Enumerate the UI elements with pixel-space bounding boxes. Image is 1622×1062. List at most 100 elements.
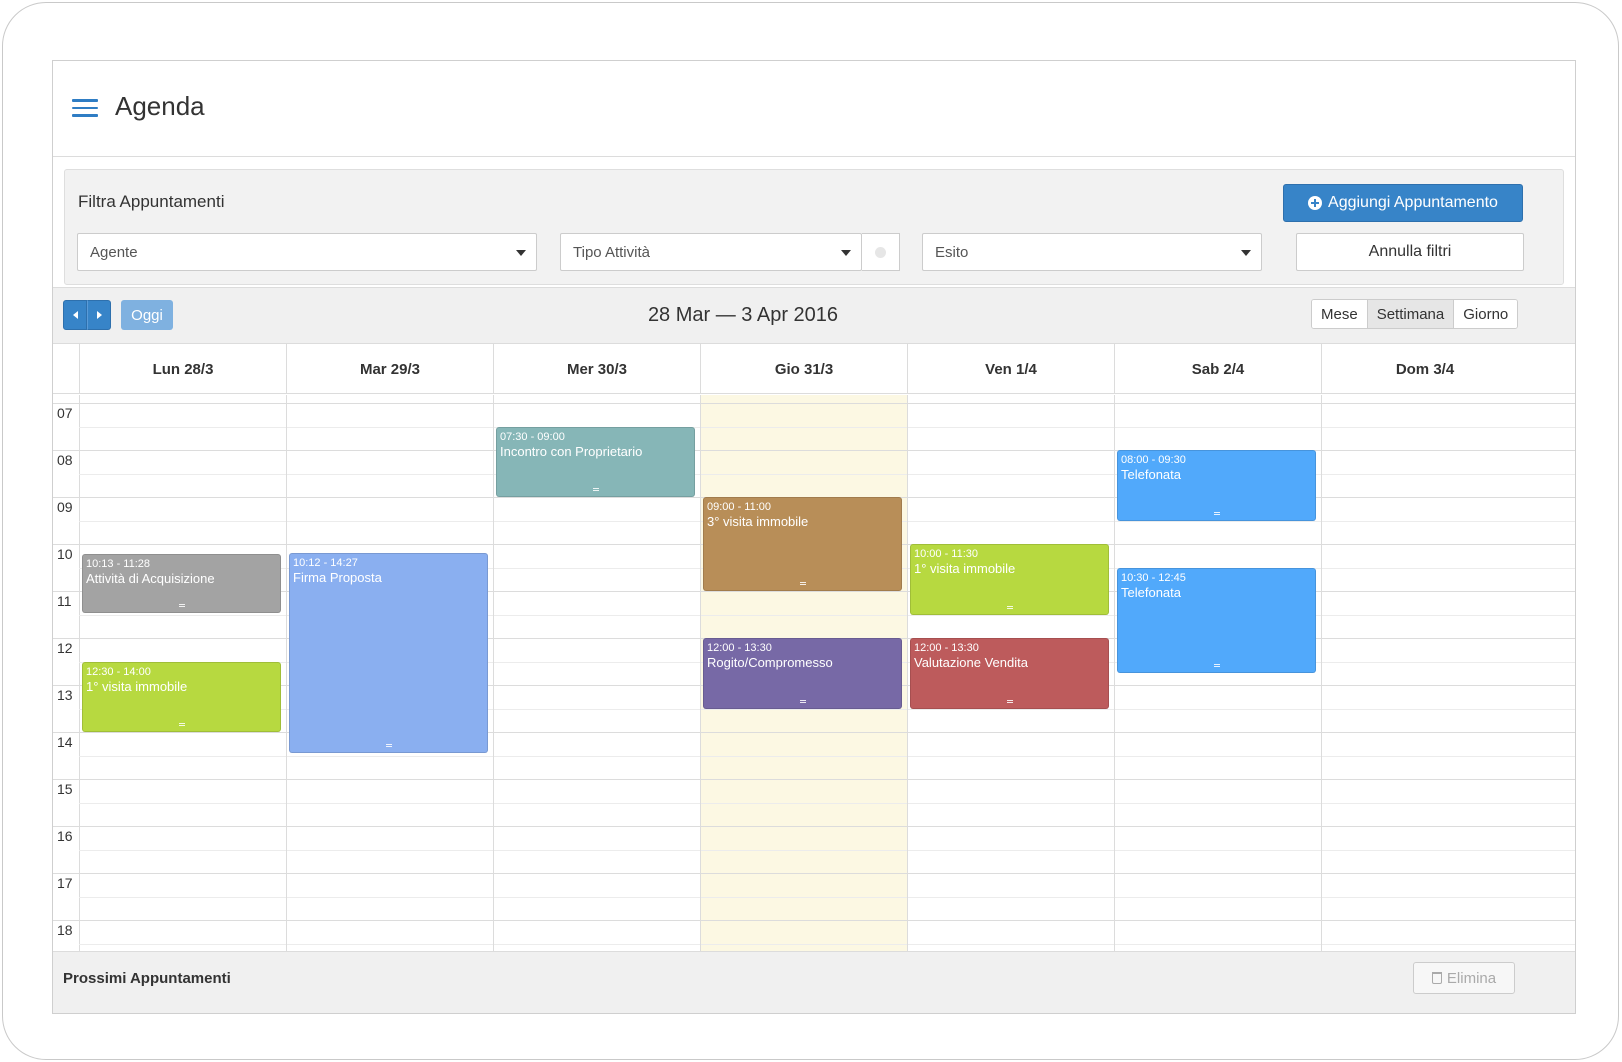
event-time: 10:00 - 11:30 xyxy=(914,548,979,560)
view-month-button[interactable]: Mese xyxy=(1312,300,1367,328)
hour-label: 14 xyxy=(57,734,73,750)
hour-line xyxy=(53,403,1575,404)
resize-handle[interactable] xyxy=(178,603,185,607)
day-header: Sab 2/4 xyxy=(1114,344,1321,394)
resize-handle[interactable] xyxy=(799,699,806,703)
day-column-line xyxy=(907,395,908,952)
hour-line xyxy=(53,732,1575,733)
plus-circle-icon xyxy=(1308,196,1323,210)
calendar-week-grid: Lun 28/3 Mar 29/3 Mer 30/3 Gio 31/3 Ven 1/4 S… xyxy=(53,343,1575,952)
day-column-line xyxy=(1321,395,1322,952)
half-hour-line xyxy=(79,943,1575,945)
resize-handle[interactable] xyxy=(799,582,806,585)
hour-line xyxy=(53,779,1575,780)
toggle-dot-icon xyxy=(875,247,886,258)
resize-handle[interactable] xyxy=(592,488,599,491)
event-title: Telefonata xyxy=(1121,584,1181,600)
calendar-event[interactable]: 09:00 - 11:00 3° visita immobile xyxy=(703,497,902,591)
hour-label: 13 xyxy=(57,687,73,703)
event-time: 12:00 - 13:30 xyxy=(707,642,772,654)
activity-type-select-label: Tipo Attività xyxy=(573,243,650,261)
event-time: 07:30 - 09:00 xyxy=(500,430,565,443)
calendar-event[interactable]: 10:12 - 14:27 Firma Proposta xyxy=(289,553,488,754)
hour-label: 16 xyxy=(57,828,73,844)
activity-type-select[interactable]: Tipo Attività xyxy=(560,233,862,271)
day-header: Lun 28/3 xyxy=(79,344,286,394)
delete-button[interactable]: Elimina xyxy=(1413,962,1515,994)
day-column-line xyxy=(700,395,701,952)
calendar-toolbar: Oggi 28 Mar — 3 Apr 2016 Mese Settimana … xyxy=(53,287,1575,343)
event-title: 1° visita immobile xyxy=(914,561,1016,576)
half-hour-line xyxy=(79,896,1575,898)
chevron-down-icon xyxy=(841,250,851,256)
outcome-select-label: Esito xyxy=(935,243,969,261)
resize-handle[interactable] xyxy=(1006,605,1013,609)
half-hour-line xyxy=(79,755,1575,757)
upcoming-appointments-title: Prossimi Appuntamenti xyxy=(63,970,231,987)
hour-label: 07 xyxy=(57,405,73,421)
app-header: Agenda xyxy=(53,61,1575,157)
resize-handle[interactable] xyxy=(385,744,392,748)
hour-line xyxy=(53,450,1575,451)
day-column-line xyxy=(1114,395,1115,952)
time-grid[interactable]: 07 08 09 10 11 12 13 14 15 16 17 18 10:13 - 11:28 Att… xyxy=(53,395,1575,952)
today-button[interactable]: Oggi xyxy=(121,300,173,330)
resize-handle[interactable] xyxy=(1006,699,1013,703)
calendar-event[interactable]: 10:30 - 12:45 Telefonata xyxy=(1117,567,1316,674)
hour-line xyxy=(53,920,1575,921)
hour-label: 17 xyxy=(57,875,73,891)
calendar-event[interactable]: 07:30 - 09:00 Incontro con Proprietario xyxy=(496,426,695,497)
trash-icon xyxy=(1431,972,1442,984)
filter-panel: Filtra Appuntamenti Aggiungi Appuntament… xyxy=(64,169,1564,285)
view-day-button[interactable]: Giorno xyxy=(1453,300,1518,328)
event-title: 1° visita immobile xyxy=(86,678,188,694)
day-header: Ven 1/4 xyxy=(907,344,1114,394)
reset-filters-button[interactable]: Annulla filtri xyxy=(1296,233,1524,271)
event-title: Attività di Acquisizione xyxy=(86,571,215,587)
agenda-app: Agenda Filtra Appuntamenti Aggiungi Appu… xyxy=(52,60,1576,1014)
nav-button-group xyxy=(63,300,111,330)
event-time: 12:00 - 13:30 xyxy=(914,642,979,654)
half-hour-line xyxy=(79,849,1575,851)
event-time: 10:30 - 12:45 xyxy=(1121,571,1186,584)
agent-select-label: Agente xyxy=(90,243,138,261)
event-title: Valutazione Vendita xyxy=(914,655,1028,670)
prev-week-button[interactable] xyxy=(63,300,87,330)
view-switcher: Mese Settimana Giorno xyxy=(1311,299,1519,329)
calendar-event[interactable]: 12:30 - 14:00 1° visita immobile xyxy=(82,661,281,732)
chevron-down-icon xyxy=(1241,250,1251,256)
hour-line xyxy=(53,873,1575,874)
half-hour-line xyxy=(79,426,1575,428)
hour-label: 08 xyxy=(57,452,73,468)
date-range-title: 28 Mar — 3 Apr 2016 xyxy=(647,304,839,326)
delete-button-label: Elimina xyxy=(1446,969,1497,987)
calendar-event[interactable]: 10:13 - 11:28 Attività di Acquisizione xyxy=(82,554,281,613)
event-title: Firma Proposta xyxy=(293,570,382,586)
page-title: Agenda xyxy=(115,91,205,121)
calendar-event[interactable]: 08:00 - 09:30 Telefonata xyxy=(1117,450,1316,521)
outcome-select[interactable]: Esito xyxy=(922,233,1262,271)
add-appointment-button[interactable]: Aggiungi Appuntamento xyxy=(1283,184,1523,222)
activity-toggle[interactable] xyxy=(862,233,900,271)
resize-handle[interactable] xyxy=(178,723,185,726)
hour-label: 11 xyxy=(57,593,72,609)
event-title: Telefonata xyxy=(1121,467,1181,482)
hour-label: 09 xyxy=(57,499,73,515)
calendar-event[interactable]: 10:00 - 11:30 1° visita immobile xyxy=(910,544,1109,615)
view-week-button[interactable]: Settimana xyxy=(1366,300,1454,328)
agent-select[interactable]: Agente xyxy=(77,233,537,271)
menu-icon[interactable] xyxy=(72,99,98,117)
chevron-right-icon xyxy=(96,311,102,319)
event-time: 09:00 - 11:00 xyxy=(707,501,772,513)
calendar-event[interactable]: 12:00 - 13:30 Valutazione Vendita xyxy=(910,638,1109,709)
resize-handle[interactable] xyxy=(1213,664,1220,668)
event-time: 08:00 - 09:30 xyxy=(1121,454,1186,466)
event-title: 3° visita immobile xyxy=(707,514,809,529)
gutter-line xyxy=(79,395,80,952)
upcoming-appointments-panel: Prossimi Appuntamenti Elimina xyxy=(53,951,1575,1013)
add-appointment-label: Aggiungi Appuntamento xyxy=(1328,194,1498,211)
filter-title: Filtra Appuntamenti xyxy=(78,192,225,211)
calendar-event[interactable]: 12:00 - 13:30 Rogito/Compromesso xyxy=(703,638,902,709)
next-week-button[interactable] xyxy=(87,300,111,330)
resize-handle[interactable] xyxy=(1213,511,1220,515)
